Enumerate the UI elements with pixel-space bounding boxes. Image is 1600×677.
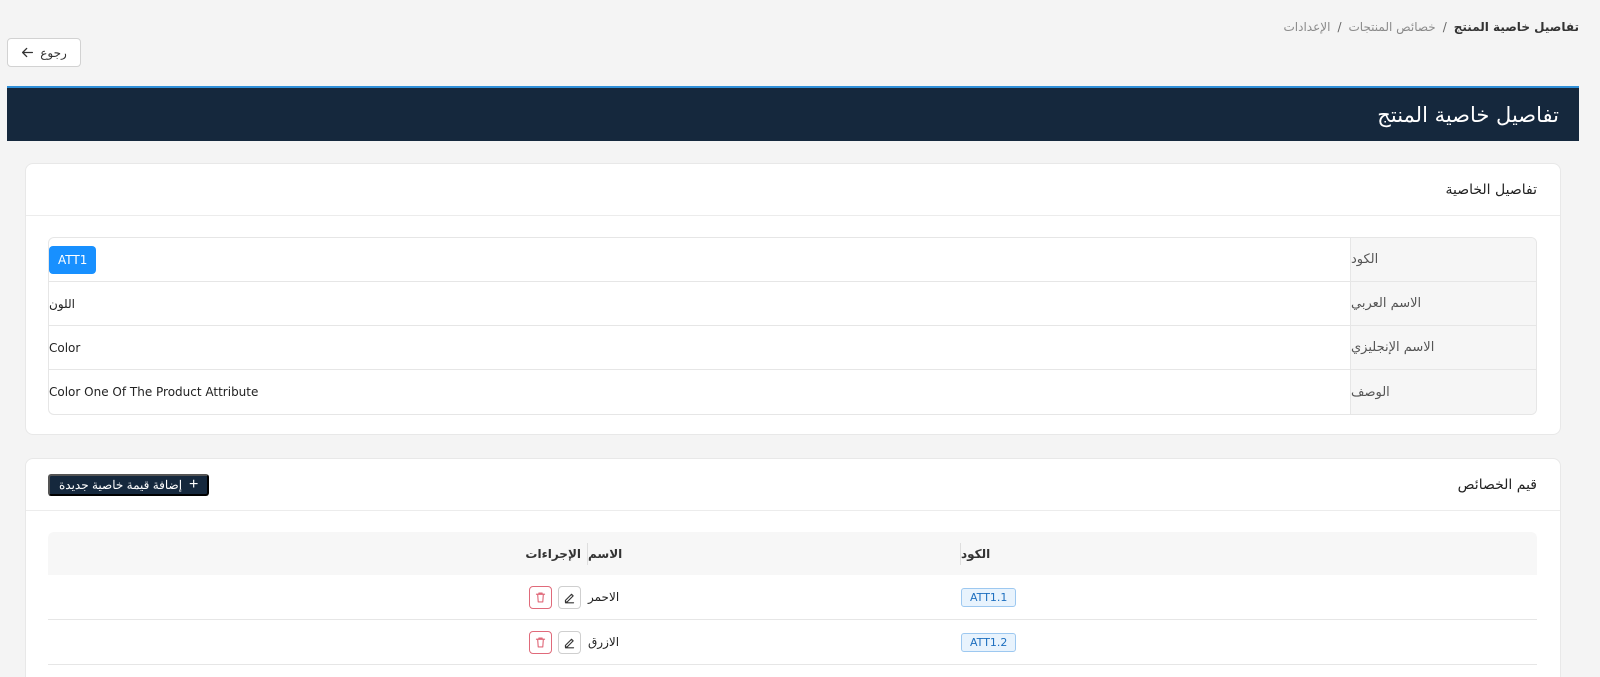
edit-button[interactable] [558,585,581,609]
value-name: الازرق [588,635,620,649]
details-row-code: ATT1 الكود [49,238,1536,282]
add-button-label: إضافة قيمة خاصية جديدة [59,477,183,492]
pencil-icon [564,638,575,648]
pencil-icon [564,593,575,603]
delete-button[interactable] [529,585,552,609]
details-key: الكود [1350,238,1536,281]
details-key: الاسم الإنجليزي [1350,326,1536,369]
arrow-left-icon [22,47,34,58]
details-table: ATT1 الكود اللون الاسم العربي Color الاس… [48,237,1537,415]
breadcrumb-root[interactable]: الإعدادات [1283,20,1330,34]
table-row: الاحمر ATT1.1 [48,575,1537,620]
breadcrumb-separator: / [1337,20,1342,34]
attribute-details-card: تفاصيل الخاصية ATT1 الكود اللون الاسم ال… [25,163,1561,435]
value-code-tag: ATT1.1 [961,587,1017,607]
add-attribute-value-button[interactable]: + إضافة قيمة خاصية جديدة [48,473,210,496]
details-row-english-name: Color الاسم الإنجليزي [49,326,1536,370]
details-value: ATT1 [49,238,1350,281]
column-header-actions: الإجراءات [525,546,581,561]
page: الإعدادات / خصائص المنتجات / تفاصيل خاصي… [0,0,1600,677]
card-title: تفاصيل الخاصية [1445,181,1538,198]
trash-icon [535,591,546,603]
card-title: قيم الخصائص [1457,476,1537,493]
plus-icon: + [189,475,199,493]
column-header-name: الاسم [588,546,623,561]
table-row: الازرق ATT1.2 [48,620,1537,665]
page-header: تفاصيل خاصية المنتج [7,86,1579,141]
edit-button[interactable] [558,630,581,654]
details-key: الاسم العربي [1350,282,1536,325]
card-header: تفاصيل الخاصية [26,164,1560,216]
page-title: تفاصيل خاصية المنتج [1377,102,1559,127]
details-value: Color [49,340,81,355]
details-row-arabic-name: اللون الاسم العربي [49,282,1536,326]
breadcrumb-separator: / [1442,20,1447,34]
breadcrumb-current: تفاصيل خاصية المنتج [1453,20,1579,34]
table-header: الإجراءات الاسم الكود [48,532,1537,575]
breadcrumb: الإعدادات / خصائص المنتجات / تفاصيل خاصي… [1283,20,1579,34]
card-header: + إضافة قيمة خاصية جديدة قيم الخصائص [26,459,1560,511]
values-table: الإجراءات الاسم الكود الاحمر ATT1.1 الاز… [48,532,1537,665]
trash-icon [535,636,546,648]
attribute-values-card: + إضافة قيمة خاصية جديدة قيم الخصائص الإ… [25,458,1561,677]
details-row-description: Color One Of The Product Attribute الوصف [49,370,1536,414]
value-code-tag: ATT1.2 [961,632,1017,652]
value-name: الاحمر [588,590,620,604]
details-value: Color One Of The Product Attribute [49,385,259,399]
column-header-code: الكود [961,546,991,561]
breadcrumb-parent[interactable]: خصائص المنتجات [1348,20,1435,34]
code-badge: ATT1 [49,245,97,274]
delete-button[interactable] [529,630,552,654]
back-button-label: رجوع [40,45,67,60]
details-value: اللون [49,296,75,311]
details-key: الوصف [1350,370,1536,414]
back-button[interactable]: رجوع [7,38,81,67]
